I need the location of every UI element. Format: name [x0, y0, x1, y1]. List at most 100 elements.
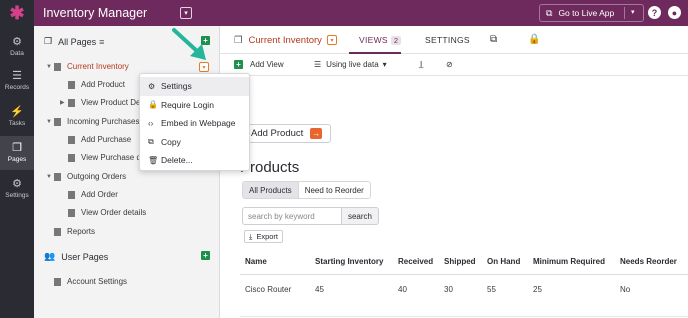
caret-down-icon: ▾	[382, 60, 387, 69]
page-name-label: Current Inventory	[248, 35, 322, 46]
current-page-name[interactable]: ❐ Current Inventory	[234, 35, 322, 46]
live-app-dropdown-icon[interactable]: ▾	[631, 8, 635, 16]
app-logo-icon[interactable]: ✱	[0, 0, 34, 26]
column-header[interactable]: Shipped	[444, 257, 476, 266]
tab-settings[interactable]: SETTINGS	[425, 35, 470, 45]
add-product-button[interactable]: Add Product →	[244, 124, 331, 143]
download-icon: ⤓	[249, 231, 253, 241]
menu-item-require-login[interactable]: 🔒 Require Login	[140, 96, 249, 115]
column-header[interactable]: Starting Inventory	[315, 257, 383, 266]
tree-item-current-inventory[interactable]: ▼ Current Inventory	[46, 62, 129, 71]
rail-item-records[interactable]: ☰ Records	[0, 64, 34, 98]
caret-down-icon[interactable]: ▼	[46, 64, 54, 70]
rail-item-label: Settings	[5, 192, 29, 199]
tree-item-view-order-details[interactable]: View Order details	[68, 208, 146, 217]
column-header[interactable]: Needs Reorder	[620, 257, 677, 266]
tree-item-outgoing-orders[interactable]: ▼ Outgoing Orders	[46, 172, 126, 181]
tree-item-label: View Purchase d	[81, 153, 141, 162]
page-icon	[68, 208, 75, 217]
views-count-badge: 2	[390, 36, 402, 45]
page-menu-chevron-icon[interactable]: ▾	[327, 35, 337, 45]
users-icon: 👥	[44, 251, 56, 261]
column-header[interactable]: Received	[398, 257, 433, 266]
column-header[interactable]: On Hand	[487, 257, 520, 266]
annotation-arrow-icon	[172, 28, 206, 60]
rail-item-pages[interactable]: ❐ Pages	[0, 136, 34, 170]
page-icon	[54, 62, 61, 71]
go-to-live-app-button[interactable]: ⧉ Go to Live App ▾	[539, 4, 644, 22]
menu-item-copy[interactable]: ⧉ Copy	[140, 133, 249, 152]
help-icon[interactable]: ?	[648, 6, 661, 19]
tree-item-label: Reports	[67, 227, 96, 236]
live-data-dropdown[interactable]: ☰ Using live data ▾	[314, 60, 387, 69]
code-icon: ‹›	[148, 118, 154, 128]
add-view-label: Add View	[250, 60, 284, 69]
rail-item-label: Pages	[7, 156, 27, 163]
app-menu-chevron-icon[interactable]: ▾	[180, 7, 192, 19]
tree-item-reports[interactable]: Reports	[54, 227, 95, 236]
gear-icon: ⚙	[12, 178, 22, 190]
page-icon	[68, 135, 75, 144]
data-icon: ⚙	[12, 36, 22, 48]
divider	[624, 7, 625, 19]
external-link-icon: ⧉	[546, 7, 553, 18]
menu-item-label: Copy	[161, 136, 181, 147]
hide-icon[interactable]: ⊘	[446, 60, 453, 69]
menu-item-label: Require Login	[161, 99, 214, 110]
copy-icon: ⧉	[148, 136, 154, 146]
table-cell: No	[620, 285, 631, 294]
pages-icon: ❐	[12, 142, 22, 154]
tree-item-label: Outgoing Orders	[67, 172, 127, 181]
add-view-button[interactable]: + Add View	[234, 60, 284, 69]
caret-right-icon[interactable]: ▶	[60, 99, 68, 106]
menu-item-delete[interactable]: 🗑 Delete...	[140, 151, 249, 170]
rail-item-data[interactable]: ⚙ Data	[0, 30, 34, 64]
rail-item-tasks[interactable]: ⚡ Tasks	[0, 100, 34, 134]
plus-icon: +	[234, 60, 243, 69]
tree-item-incoming-purchases[interactable]: ▼ Incoming Purchases	[46, 117, 139, 126]
user-icon[interactable]: ●	[668, 6, 681, 19]
menu-item-embed-in-webpage[interactable]: ‹› Embed in Webpage	[140, 114, 249, 133]
search-input[interactable]: search by keyword	[242, 207, 342, 225]
trash-icon: 🗑	[148, 155, 159, 165]
rail-item-label: Data	[10, 50, 24, 57]
caret-down-icon[interactable]: ▼	[46, 174, 54, 180]
add-product-label: Add Product	[251, 128, 304, 139]
tree-item-view-product-details[interactable]: ▶ View Product De	[60, 98, 140, 107]
tab-views[interactable]: VIEWS 2	[359, 35, 402, 45]
filter-icon[interactable]: ≡	[99, 37, 104, 47]
lock-icon[interactable]: 🔒	[528, 34, 540, 45]
page-icon	[68, 190, 75, 199]
column-header[interactable]: Minimum Required	[533, 257, 605, 266]
pages-icon: ❐	[234, 35, 243, 46]
tree-item-add-product[interactable]: Add Product	[68, 80, 125, 89]
divider	[240, 274, 688, 275]
export-button[interactable]: ⤓ Export	[244, 230, 284, 243]
active-tab-indicator	[349, 52, 401, 54]
tree-item-view-purchase-details[interactable]: View Purchase d	[68, 153, 141, 162]
tree-item-label: Add Product	[81, 80, 126, 89]
tree-item-add-purchase[interactable]: Add Purchase	[68, 135, 131, 144]
view-toolbar: + Add View ☰ Using live data ▾ I̲ ⊘	[220, 55, 688, 76]
column-header[interactable]: Name	[245, 257, 267, 266]
menu-item-label: Embed in Webpage	[161, 118, 236, 129]
external-link-icon[interactable]: ⧉	[490, 34, 497, 45]
page-options-chevron-icon[interactable]: ▾	[199, 62, 209, 72]
tree-item-add-order[interactable]: Add Order	[68, 190, 118, 199]
bolt-icon: ⚡	[10, 106, 24, 118]
rail-item-settings[interactable]: ⚙ Settings	[0, 172, 34, 206]
tree-item-account-settings[interactable]: Account Settings	[54, 277, 127, 286]
filter-all-products[interactable]: All Products	[243, 182, 298, 198]
lock-icon: 🔒	[148, 100, 158, 110]
filter-need-to-reorder[interactable]: Need to Reorder	[297, 182, 370, 198]
menu-item-settings[interactable]: ⚙ Settings	[140, 77, 249, 96]
text-cursor-icon[interactable]: I̲	[420, 60, 422, 69]
live-data-label: Using live data	[326, 60, 379, 69]
tree-item-label: Add Order	[81, 190, 118, 199]
table-cell: 40	[398, 285, 407, 294]
add-user-page-button[interactable]: +	[201, 251, 210, 260]
search-button[interactable]: search	[342, 207, 379, 225]
caret-down-icon[interactable]: ▼	[46, 119, 54, 125]
rail-item-label: Records	[4, 84, 30, 91]
tree-item-label: Account Settings	[67, 277, 128, 286]
